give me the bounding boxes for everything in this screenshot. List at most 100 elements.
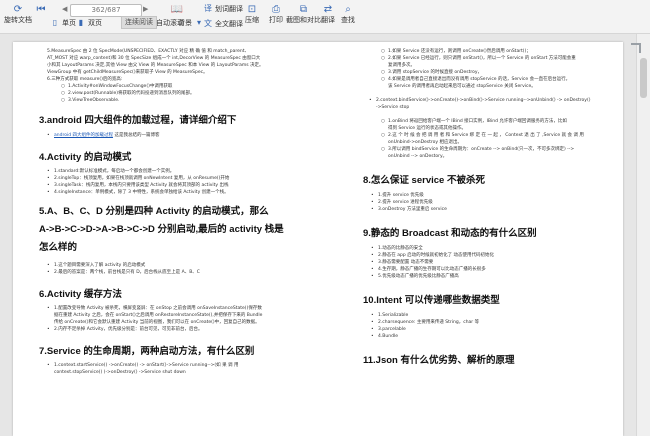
book-icon: 📖 <box>170 3 184 15</box>
heading-10: 10.Intent 可以传递哪些数据类型 <box>363 295 500 306</box>
list-item: 4.singleInstance：单例模式，除了 3 中特性，系统会单独给该 A… <box>47 189 319 196</box>
sub-list: 1.Activity#onWindowFocusChange()中调用获取 2.… <box>39 83 319 104</box>
text-line: 6.三种方式获取 measure()后的宽高: <box>47 77 123 82</box>
text-line: 得到 Service 运行的状态或其他操作。 <box>388 126 466 131</box>
list-item: 1.onBind 将返回给客户端一个 IBind 接口实例，IBind 允许客户… <box>381 118 633 125</box>
document-page: 5.MeasureSpec 由 2 位 SpecMode(UNSPECIFIED… <box>13 42 623 436</box>
list-item: 2.charsequence: 主要用来传递 String，char 等 <box>371 319 633 326</box>
list-item: 3.调用 stopService 的时候直接 onDestroy， <box>381 69 633 76</box>
scrollbar-thumb[interactable] <box>640 58 647 98</box>
list-item: 5.优先级动态广播的优先级比静态广播高 <box>371 273 633 280</box>
list-item: 1.提升 service 优先级 <box>371 192 633 199</box>
intro-paragraph: 5.MeasureSpec 由 2 位 SpecMode(UNSPECIFIED… <box>39 48 319 83</box>
prev-page-icon[interactable]: ◀ <box>62 5 67 13</box>
list-item: 2.singleTop：栈顶复用，如果在栈顶就调用 onNewIntent 复用… <box>47 175 319 182</box>
list-item: 4.Bundle <box>371 333 633 340</box>
text-line: 复调用多次。 <box>388 63 415 68</box>
heading-11: 11.Json 有什么优劣势、解析的原理 <box>363 355 515 366</box>
intent-types-list: 1.Serializable 2.charsequence: 主要用来传递 St… <box>363 312 633 340</box>
list-item: 1.如果 Service 还没有运行，则调用 onCreate()然后调用 on… <box>381 48 633 55</box>
list-item: 2.静态在 app 启动的时候就初始化了 动态使用代码初始化 <box>371 252 633 259</box>
list-item: 2.提升 service 进程优先级 <box>371 199 633 206</box>
list-item: 3.parcelable <box>371 326 633 333</box>
fulltext-translate-button[interactable]: 文 全文翻译 <box>203 19 243 29</box>
list-item: 1.动态的比静态的安全 <box>371 245 633 252</box>
start-service-list: 1.如果 Service 还没有运行，则调用 onCreate()然后调用 on… <box>363 48 633 90</box>
left-column: 5.MeasureSpec 由 2 位 SpecMode(UNSPECIFIED… <box>39 48 319 376</box>
printer-icon: ⎙ <box>272 3 280 15</box>
rotate-icon: ⟳ <box>13 3 23 15</box>
list-item: 2.context.bindService()->onCreate()->onB… <box>369 97 633 104</box>
compare-button[interactable]: ⧉ 截图和对比 <box>286 3 321 25</box>
heading-5: 5.A、B、C、D 分别是四种 Activity 的启动模式，那么 A->B->… <box>39 206 284 253</box>
broadcast-list: 1.动态的比静态的安全 2.静态在 app 启动的时候就初始化了 动态使用代码初… <box>363 245 633 280</box>
list-item: 2.这 个 时 候 会 把 调 用 者 和 Service 绑 定 在 一 起 … <box>381 132 633 139</box>
service-list: 1.context.startService() ->onCreate() ->… <box>39 362 319 376</box>
heading-3: 3.android 四大组件的加载过程，请详细介绍下 <box>39 115 237 126</box>
list-item: 3.onDestroy 方法里重启 service <box>371 206 633 213</box>
heading-4: 4.Activity 的启动模式 <box>39 152 132 163</box>
list-item: 3.所以调用 bindService 的生命周期为：onCreate --> o… <box>381 146 633 153</box>
list-item: 2.如果 Service 已经运行，则只调用 onStart()，所以一个 Se… <box>381 55 633 62</box>
launch-mode-list: 1.standard:默认标准模式，每启动一个都会创建一个实例。 2.singl… <box>39 168 319 196</box>
heading-7: 7.Service 的生命周期，两种启动方法，有什么区别 <box>39 346 255 357</box>
list-item: 1.配置改变导致 Activity 被杀死，横屏变竖屏：在 onStop 之前会… <box>47 305 319 312</box>
translate-button[interactable]: ⇄ 翻译 <box>321 3 335 25</box>
list-item: 2.view.post(Runnable)将获取的代码投递到消息队列的尾部。 <box>61 90 319 97</box>
next-page-icon[interactable]: ▶ <box>143 5 148 13</box>
reader-toolbar: ⟳ 旋转文档 ⏮ ◀ 362/687 ▶ ▯ 单页 ▮ 双页 连续阅读 自动滚动… <box>0 0 650 34</box>
link-line: android 四大组件的加载过程 这是我总结的一篇博客 <box>47 132 319 139</box>
list-item: 3.ViewTreeObservable. <box>61 97 319 104</box>
heading-9: 9.静态的 Broadcast 和动态的有什么区别 <box>363 228 537 239</box>
text-line: context.stopService() )->onDestroy() ->S… <box>54 370 186 375</box>
list-item: 1.这个题目需要深入了解 activity 的启动模式 <box>47 262 319 269</box>
single-page-button[interactable]: ▯ 单页 <box>50 18 76 28</box>
text-line: onUnbind->onDestroy 相应退出。 <box>388 140 463 145</box>
text-line: onUnbind --> onDestory。 <box>388 154 448 159</box>
nav-button[interactable]: ⏮ <box>34 3 48 15</box>
list-item: 3.singleTask：栈内复用，本栈内只要用该类型 Activity 就会将… <box>47 182 319 189</box>
list-item: 1.Serializable <box>371 312 633 319</box>
list-item: 4.如果是调用者自己直接退出而没有调用 stopService 的话，Servi… <box>381 76 633 83</box>
document-translate-icon: 文 <box>204 19 212 28</box>
text-line: ->Service stop <box>376 105 410 110</box>
compare-icon: ⧉ <box>299 3 308 15</box>
text-line: AT_MOST 对应 warp_content)和 30 位 SpecSize … <box>47 56 261 61</box>
compress-button[interactable]: ⊡ 压缩 <box>245 3 259 25</box>
keep-alive-list: 1.提升 service 优先级 2.提升 service 进程优先级 3.on… <box>363 192 633 213</box>
rotate-button[interactable]: ⟳ 旋转文档 <box>4 3 32 25</box>
compress-icon: ⊡ <box>247 3 257 15</box>
list-item: 1.context.startService() ->onCreate() ->… <box>47 362 319 369</box>
blog-link[interactable]: android 四大组件的加载过程 <box>54 133 113 138</box>
text-line: 5.MeasureSpec 由 2 位 SpecMode(UNSPECIFIED… <box>47 49 249 54</box>
list-item: 2.内存不足杀掉 Activity，优先级分别是：前台可见，可见非前台，后台。 <box>47 326 319 333</box>
word-translate-button[interactable]: 译 划词翻译 <box>203 4 243 14</box>
background-button[interactable]: 背景 ▾ <box>178 18 204 28</box>
first-page-icon: ⏮ <box>36 3 46 15</box>
list-item: 1.Activity#onWindowFocusChange()中调用获取 <box>61 83 319 90</box>
list-item: 2.最后的答案是：两个栈，前台栈是只有 D，后台栈从底至上是 A、B、C <box>47 269 319 276</box>
list-item: 4.生存期，静态广播的生存期可以比动态广播的长很多 <box>371 266 633 273</box>
heading-8: 8.怎么保证 service 不被杀死 <box>363 175 485 186</box>
read-mode-button[interactable]: 📖 <box>170 3 184 15</box>
text-line: 该 Service 的调用者再启动起来后可以通过 stopService 关闭 … <box>388 84 536 89</box>
text-line: ViewGroup 中有 getChildMeasureSpec()来获取子 V… <box>47 70 208 75</box>
translate-icon: 译 <box>204 4 212 13</box>
right-column: 1.如果 Service 还没有运行，则调用 onCreate()然后调用 on… <box>363 48 633 366</box>
cache-list: 1.配置改变导致 Activity 被杀死，横屏变竖屏：在 onStop 之前会… <box>39 305 319 333</box>
heading-6: 6.Activity 缓存方法 <box>39 289 122 300</box>
text-line: 据在重建 Activity 之后，会在 onStart()之后调用 onRest… <box>54 313 263 318</box>
text-line: 传给 onCreate()和它会默认重建 Activity 当前的视图，我们可以… <box>54 320 260 325</box>
bind-service-line: 2.context.bindService()->onCreate()->onB… <box>363 97 633 111</box>
bind-service-list: 1.onBind 将返回给客户端一个 IBind 接口实例，IBind 允许客户… <box>363 118 633 160</box>
list-item: 1.standard:默认标准模式，每启动一个都会创建一个实例。 <box>47 168 319 175</box>
print-button[interactable]: ⎙ 打印 <box>269 3 283 25</box>
search-button[interactable]: ⌕ 查找 <box>341 3 355 25</box>
single-page-icon: ▯ <box>52 18 58 27</box>
answer-list: 1.这个题目需要深入了解 activity 的启动模式 2.最后的答案是：两个栈… <box>39 262 319 276</box>
search-icon: ⌕ <box>345 3 351 15</box>
double-page-icon: ▮ <box>78 18 84 27</box>
continuous-read-toggle[interactable]: 连续阅读 <box>121 16 157 29</box>
double-page-button[interactable]: ▮ 双页 <box>76 18 102 28</box>
translate-doc-icon: ⇄ <box>323 3 333 15</box>
